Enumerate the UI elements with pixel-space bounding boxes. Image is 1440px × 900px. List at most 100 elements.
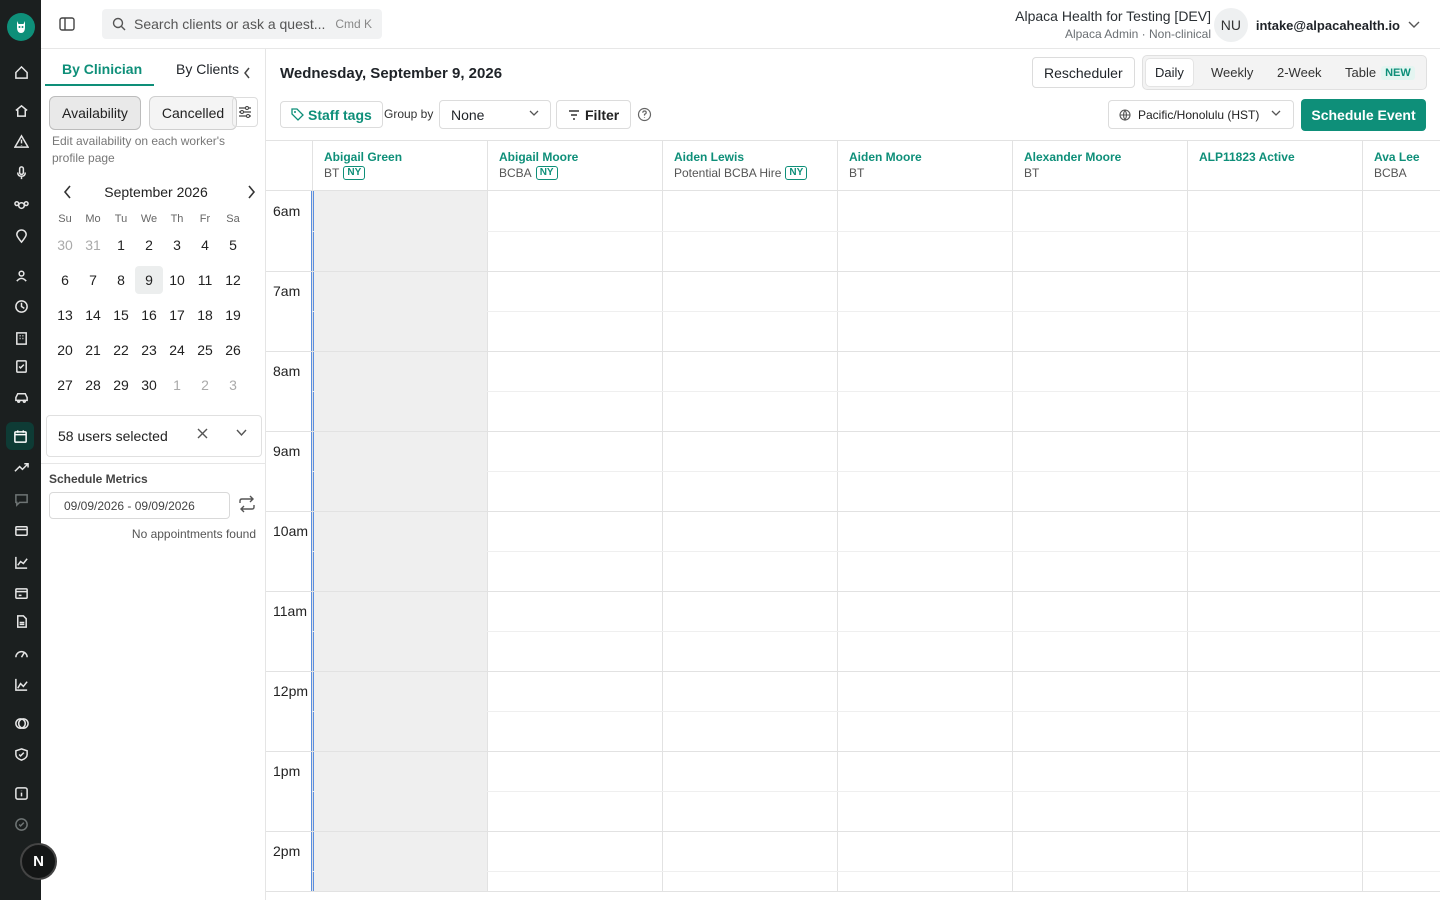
gauge-icon[interactable] [10, 642, 32, 664]
calendar-day[interactable]: 17 [163, 301, 191, 329]
wallet-icon[interactable] [10, 519, 32, 541]
chevron-down-icon[interactable] [236, 429, 247, 437]
date-range-input[interactable]: 09/09/2026 - 09/09/2026 [49, 492, 230, 519]
clinician-header-row: Abigail Green BT NY Abigail Moore BCBA NY Aide… [266, 141, 1440, 191]
clock-icon[interactable] [10, 295, 32, 317]
tab-by-clients[interactable]: By Clients [176, 61, 239, 77]
calendar-day-selected[interactable]: 9 [135, 266, 163, 294]
search-input[interactable]: Search clients or ask a quest... Cmd K [102, 9, 382, 39]
calendar-day[interactable]: 22 [107, 336, 135, 364]
calendar-day[interactable]: 18 [191, 301, 219, 329]
calendar-day[interactable]: 16 [135, 301, 163, 329]
clinician-column-header[interactable]: Aiden Moore BT [837, 141, 1012, 191]
calendar-day[interactable]: 13 [51, 301, 79, 329]
calendar-day[interactable]: 30 [51, 231, 79, 259]
alert-icon[interactable] [10, 130, 32, 152]
half-hour-line [312, 711, 1440, 712]
chat-icon[interactable] [10, 488, 32, 510]
clinician-column-header[interactable]: ALP11823 Active [1187, 141, 1362, 191]
calendar-day[interactable]: 21 [79, 336, 107, 364]
microphone-icon[interactable] [10, 161, 32, 183]
view-weekly[interactable]: Weekly [1202, 59, 1262, 86]
home-icon[interactable] [10, 61, 32, 83]
calendar-day[interactable]: 1 [107, 231, 135, 259]
help-icon[interactable] [637, 107, 652, 122]
tab-by-clinician[interactable]: By Clinician [62, 61, 142, 77]
calendar-day[interactable]: 2 [135, 231, 163, 259]
calendar-day[interactable]: 8 [107, 266, 135, 294]
calendar-day[interactable]: 20 [51, 336, 79, 364]
calendar-day[interactable]: 2 [191, 371, 219, 399]
info-box-icon[interactable] [10, 782, 32, 804]
clinician-column-header[interactable]: Alexander Moore BT [1012, 141, 1187, 191]
calendar-day[interactable]: 1 [163, 371, 191, 399]
calendar-day[interactable]: 3 [219, 371, 247, 399]
calendar-day[interactable]: 26 [219, 336, 247, 364]
cancelled-button[interactable]: Cancelled [148, 96, 238, 130]
house-icon[interactable] [10, 99, 32, 121]
coins-icon[interactable] [10, 712, 32, 734]
schedule-event-button[interactable]: Schedule Event [1301, 99, 1426, 131]
calendar-day[interactable]: 5 [219, 231, 247, 259]
filter-button[interactable]: Filter [556, 100, 632, 129]
analytics-icon[interactable] [10, 673, 32, 695]
calendar-day[interactable]: 19 [219, 301, 247, 329]
user-menu[interactable]: NU intake@alpacahealth.io [1213, 8, 1420, 42]
timezone-select[interactable]: Pacific/Honolulu (HST) [1108, 100, 1294, 129]
calendar-day[interactable]: 29 [107, 371, 135, 399]
checklist-icon[interactable] [10, 355, 32, 377]
settings-sliders-button[interactable] [232, 97, 258, 127]
building-icon[interactable] [10, 327, 32, 349]
calendar-day[interactable]: 23 [135, 336, 163, 364]
clinician-column-header[interactable]: Ava Lee BCBA [1362, 141, 1440, 191]
alpaca-logo-icon[interactable] [7, 13, 35, 41]
calendar-day[interactable]: 28 [79, 371, 107, 399]
view-2-week[interactable]: 2-Week [1268, 59, 1331, 86]
calendar-day[interactable]: 12 [219, 266, 247, 294]
check-circle-icon[interactable] [10, 813, 32, 835]
org-switcher[interactable]: Alpaca Health for Testing [DEV] Alpaca A… [1015, 8, 1211, 41]
refresh-icon[interactable] [237, 495, 257, 513]
calendar-day[interactable]: 6 [51, 266, 79, 294]
team-icon[interactable] [10, 264, 32, 286]
calendar-day[interactable]: 31 [79, 231, 107, 259]
calendar-day[interactable]: 30 [135, 371, 163, 399]
calendar-day[interactable]: 4 [191, 231, 219, 259]
staff-tags-button[interactable]: Staff tags [280, 101, 383, 128]
collapse-chevron-icon[interactable] [243, 67, 251, 79]
trend-icon[interactable] [10, 456, 32, 478]
calendar-day[interactable]: 25 [191, 336, 219, 364]
org-role: Alpaca Admin · Non-clinical [1064, 27, 1211, 41]
calendar-day[interactable]: 10 [163, 266, 191, 294]
clients-icon[interactable] [10, 194, 32, 216]
clinician-column-header[interactable]: Abigail Green BT NY [312, 141, 487, 191]
view-daily[interactable]: Daily [1146, 59, 1193, 86]
document-icon[interactable] [10, 610, 32, 632]
availability-button[interactable]: Availability [49, 96, 141, 130]
shield-icon[interactable] [10, 743, 32, 765]
view-table[interactable]: Table NEW [1336, 59, 1424, 86]
sidebar-toggle-icon[interactable] [58, 15, 76, 33]
group-by-select[interactable]: None [439, 100, 551, 129]
users-select[interactable]: 58 users selected [46, 415, 262, 457]
calendar-day[interactable]: 7 [79, 266, 107, 294]
billing-icon[interactable] [10, 582, 32, 604]
assistant-bubble[interactable]: N [20, 843, 57, 880]
clinician-column-header[interactable]: Abigail Moore BCBA NY [487, 141, 662, 191]
calendar-day[interactable]: 3 [163, 231, 191, 259]
calendar-day[interactable]: 14 [79, 301, 107, 329]
clinician-column-header[interactable]: Aiden Lewis Potential BCBA Hire NY [662, 141, 837, 191]
chart-icon[interactable] [10, 551, 32, 573]
next-month-button[interactable] [240, 181, 262, 203]
timezone-value: Pacific/Honolulu (HST) [1138, 107, 1260, 122]
calendar-day[interactable]: 24 [163, 336, 191, 364]
calendar-icon[interactable] [6, 422, 34, 450]
pin-icon[interactable] [10, 225, 32, 247]
rescheduler-button[interactable]: Rescheduler [1032, 57, 1135, 88]
calendar-day[interactable]: 11 [191, 266, 219, 294]
calendar-day[interactable]: 27 [51, 371, 79, 399]
clear-icon[interactable] [197, 428, 208, 439]
hour-label: 7am [273, 283, 301, 299]
calendar-day[interactable]: 15 [107, 301, 135, 329]
car-icon[interactable] [10, 386, 32, 408]
